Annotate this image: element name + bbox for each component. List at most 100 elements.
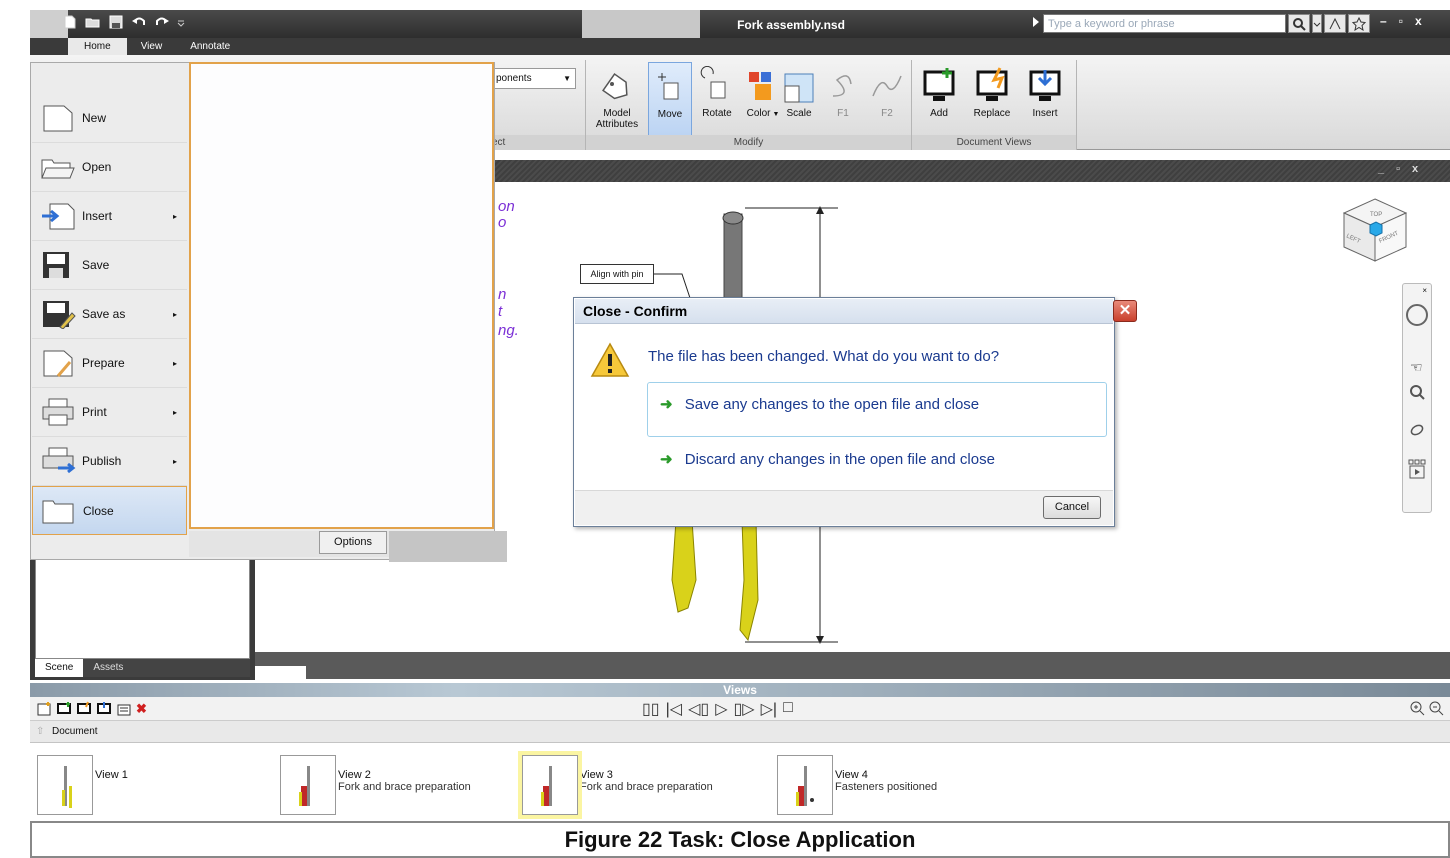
view-cube-top: TOP bbox=[1370, 212, 1382, 218]
qat-dropdown-icon[interactable] bbox=[177, 14, 185, 30]
zoom-icon[interactable] bbox=[1409, 384, 1425, 403]
pause-icon[interactable]: ▯▯ bbox=[642, 699, 660, 719]
delete-view-icon[interactable]: ✖ bbox=[136, 701, 147, 720]
tab-scene[interactable]: Scene bbox=[35, 659, 84, 677]
search-options-icon[interactable] bbox=[1312, 14, 1322, 33]
menu-item-label: Save as bbox=[82, 307, 126, 321]
up-arrow-icon[interactable]: ⇧ bbox=[36, 721, 44, 743]
next-view-icon[interactable]: ▯▷ bbox=[734, 699, 755, 719]
menu-item-new[interactable]: New bbox=[32, 94, 187, 143]
cancel-button[interactable]: Cancel bbox=[1043, 496, 1101, 519]
menu-item-prepare[interactable]: Prepare ▸ bbox=[32, 339, 187, 388]
window-controls: – ▫ x bbox=[1380, 14, 1422, 28]
model-attributes-button[interactable]: Model Attributes bbox=[588, 66, 646, 130]
replace-view-icon[interactable] bbox=[76, 701, 92, 720]
doc-maximize-icon[interactable]: ▫ bbox=[1396, 163, 1400, 175]
view-thumbnail bbox=[777, 755, 833, 815]
close-window-icon[interactable]: x bbox=[1415, 14, 1422, 28]
zoom-out-icon[interactable] bbox=[1428, 700, 1444, 719]
document-window-controls: _ ▫ x bbox=[1378, 163, 1418, 175]
view-card-1[interactable]: View 1 bbox=[37, 755, 128, 815]
stop-icon[interactable]: □ bbox=[783, 699, 793, 719]
view-name: View 2 bbox=[338, 769, 371, 781]
tab-view[interactable]: View bbox=[127, 38, 177, 55]
doc-minimize-icon[interactable]: _ bbox=[1378, 163, 1384, 175]
document-footer-tab bbox=[255, 666, 306, 679]
view-thumbnail bbox=[37, 755, 93, 815]
menu-item-save-as[interactable]: Save as ▸ bbox=[32, 290, 187, 339]
view-description: Fork and brace preparation bbox=[580, 781, 713, 793]
view-card-4[interactable]: View 4 Fasteners positioned bbox=[777, 755, 937, 815]
view-thumbnail bbox=[280, 755, 336, 815]
redo-icon[interactable] bbox=[154, 14, 170, 30]
menu-item-open[interactable]: Open bbox=[32, 143, 187, 192]
tab-annotate[interactable]: Annotate bbox=[176, 38, 244, 55]
insert-view-button[interactable]: Insert bbox=[1020, 66, 1070, 119]
ribbon-group-select: ect bbox=[490, 60, 586, 150]
tab-assets[interactable]: Assets bbox=[83, 659, 133, 677]
open-folder-icon[interactable] bbox=[85, 14, 101, 30]
tab-home[interactable]: Home bbox=[68, 38, 127, 55]
view-properties-icon[interactable] bbox=[116, 701, 132, 720]
favorites-star-icon[interactable] bbox=[1348, 14, 1370, 33]
views-breadcrumb[interactable]: ⇧ Document bbox=[30, 721, 1450, 743]
view-card-2[interactable]: View 2 Fork and brace preparation bbox=[280, 755, 471, 815]
search-expand-icon[interactable] bbox=[1032, 16, 1040, 28]
new-file-icon[interactable] bbox=[62, 14, 78, 30]
options-button[interactable]: Options bbox=[319, 531, 387, 554]
doc-text-fragment: t bbox=[498, 303, 503, 320]
undo-icon[interactable] bbox=[131, 14, 147, 30]
move-button[interactable]: Move bbox=[648, 62, 692, 136]
play-icon[interactable]: ▷ bbox=[715, 699, 727, 719]
doc-text-fragment: n bbox=[498, 286, 507, 303]
view-cube[interactable]: TOP LEFT FRONT bbox=[1340, 195, 1410, 265]
last-view-icon[interactable]: ▷| bbox=[761, 699, 777, 719]
view-description: Fasteners positioned bbox=[835, 781, 938, 793]
menu-item-print[interactable]: Print ▸ bbox=[32, 388, 187, 437]
rotate-button[interactable]: Rotate bbox=[692, 66, 742, 119]
steering-wheel-icon[interactable] bbox=[1406, 304, 1428, 326]
pan-icon[interactable]: ☜ bbox=[1410, 359, 1423, 376]
submenu-arrow-icon: ▸ bbox=[172, 456, 177, 466]
add-view-icon[interactable] bbox=[56, 701, 72, 720]
show-motion-icon[interactable] bbox=[1408, 459, 1426, 482]
search-input[interactable] bbox=[1043, 14, 1286, 33]
printer-icon bbox=[40, 397, 76, 427]
f1-button[interactable]: F1 bbox=[818, 66, 868, 119]
menu-item-publish[interactable]: Publish ▸ bbox=[32, 437, 187, 486]
save-icon[interactable] bbox=[108, 14, 124, 30]
menu-item-label: Save bbox=[82, 258, 110, 272]
view-name: View 4 bbox=[835, 769, 868, 781]
menu-item-save[interactable]: Save bbox=[32, 241, 187, 290]
communication-icon[interactable] bbox=[1324, 14, 1346, 33]
callout-leader bbox=[654, 273, 691, 299]
save-and-close-row[interactable]: ➜ Save any changes to the open file and … bbox=[660, 395, 979, 413]
new-view-icon[interactable] bbox=[36, 701, 52, 720]
views-toolbar: ✖ ▯▯ |◁ ◁▯ ▷ ▯▷ ▷| □ bbox=[30, 697, 1450, 721]
first-view-icon[interactable]: |◁ bbox=[666, 699, 682, 719]
dialog-close-icon[interactable]: ✕ bbox=[1113, 300, 1137, 322]
color-label: Color bbox=[746, 108, 771, 119]
menu-item-close[interactable]: Close bbox=[32, 486, 187, 535]
insert-view-icon[interactable] bbox=[96, 701, 112, 720]
discard-and-close-option[interactable]: ➜ Discard any changes in the open file a… bbox=[660, 450, 995, 468]
scale-button[interactable]: Scale bbox=[774, 66, 824, 119]
f2-button[interactable]: F2 bbox=[862, 66, 912, 119]
maximize-icon[interactable]: ▫ bbox=[1399, 14, 1403, 28]
new-document-icon bbox=[40, 103, 76, 133]
add-view-button[interactable]: Add bbox=[914, 66, 964, 119]
navbar-close-icon[interactable]: × bbox=[1422, 286, 1427, 295]
view-card-3[interactable]: View 3 Fork and brace preparation bbox=[522, 755, 713, 815]
menu-item-insert[interactable]: Insert ▸ bbox=[32, 192, 187, 241]
f1-curve-icon bbox=[823, 66, 863, 106]
zoom-in-icon[interactable] bbox=[1409, 700, 1425, 719]
orbit-icon[interactable] bbox=[1409, 422, 1425, 441]
replace-view-button[interactable]: Replace bbox=[967, 66, 1017, 119]
doc-close-icon[interactable]: x bbox=[1412, 163, 1418, 175]
search-buttons bbox=[1288, 14, 1370, 33]
previous-view-icon[interactable]: ◁▯ bbox=[688, 699, 709, 719]
minimize-icon[interactable]: – bbox=[1380, 14, 1387, 28]
search-icon[interactable] bbox=[1288, 14, 1310, 33]
callout-label[interactable]: Align with pin bbox=[580, 264, 654, 284]
monitor-insert-icon bbox=[1025, 66, 1065, 106]
